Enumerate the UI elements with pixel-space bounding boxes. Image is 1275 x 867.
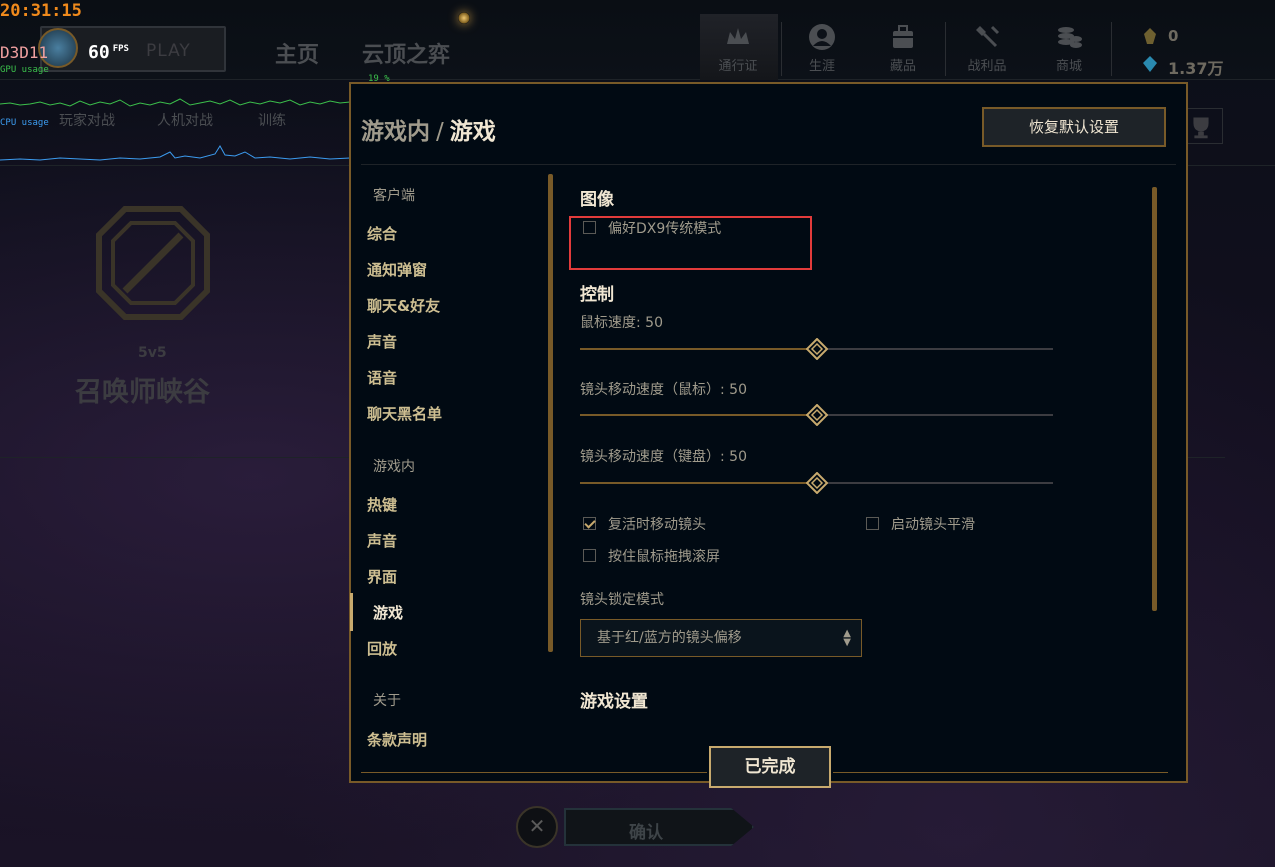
sidebar-category-ingame: 游戏内 [373,459,415,475]
cancel-close-button[interactable]: ✕ [516,806,558,848]
sidebar-item-voice[interactable]: 语音 [367,367,397,388]
tab-pvp[interactable]: 玩家对战 [59,110,115,130]
sidebar-item-interface[interactable]: 界面 [367,566,397,587]
restore-defaults-button[interactable]: 恢复默认设置 [982,107,1166,147]
profile-icon [809,24,835,50]
slider-knob-icon[interactable] [805,472,828,494]
map-name: 召唤师峡谷 [75,377,210,408]
sidebar-scrollbar[interactable] [548,174,553,652]
crown-icon [727,28,749,44]
camera-speed-keyboard-slider[interactable] [580,472,1053,494]
section-title-controls: 控制 [580,285,614,305]
notification-glow-icon [458,12,470,24]
sidebar-item-terms[interactable]: 条款声明 [367,729,427,750]
sidebar-active-indicator [350,593,353,631]
nav-profile-label: 生涯 [808,59,835,74]
camera-lock-select[interactable]: 基于红/蓝方的镜头偏移 ▲ ▼ [580,619,862,657]
sidebar-item-game[interactable]: 游戏 [373,602,403,623]
camera-lock-label: 镜头锁定模式 [580,592,664,608]
sidebar-item-ingame-sound[interactable]: 声音 [367,530,397,551]
settings-modal: 游戏内 / 游戏 恢复默认设置 客户端 综合 通知弹窗 聊天&好友 声音 语音 聊天… [349,82,1188,788]
top-nav: PLAY 主页 云顶之弈 通行证 生涯 藏品 战利品 商城 0 1.37万 [0,0,1275,80]
nav-loot[interactable]: 战利品 [952,18,1022,78]
nav-divider [945,22,946,76]
section-title-graphics: 图像 [580,190,614,210]
map-size: 5v5 [138,345,167,361]
breadcrumb-separator: / [436,119,444,145]
select-arrows-icon: ▲ ▼ [843,628,851,648]
mouse-speed-label: 鼠标速度: 50 [580,315,663,331]
riot-points-amount: 1.37万 [1168,59,1224,78]
slider-fill [580,482,817,484]
mouse-speed-slider[interactable] [580,338,1053,360]
overlay-api: D3D11 [0,43,49,62]
overlay-gpu-label: GPU usage [0,65,49,75]
nav-store[interactable]: 商城 [1034,18,1104,78]
coins-stack-icon [1058,27,1082,48]
sidebar-item-notifications[interactable]: 通知弹窗 [367,259,427,280]
confirm-area: ✕ 确认 [512,802,756,852]
drag-scroll-checkbox[interactable] [583,549,596,562]
footer-line [833,772,1168,773]
move-camera-revive-label: 复活时移动镜头 [608,517,706,533]
blue-essence-icon [1144,28,1156,44]
sidebar-item-client-sound[interactable]: 声音 [367,331,397,352]
camera-speed-mouse-slider[interactable] [580,404,1053,426]
confirm-button-label: 确认 [629,823,663,843]
camera-speed-keyboard-label: 镜头移动速度（键盘）: 50 [580,449,747,465]
slider-knob-icon[interactable] [805,404,828,426]
nav-tft[interactable]: 云顶之弈 [362,37,450,69]
summoners-rift-emblem-icon [96,206,210,320]
loot-hammer-icon [976,25,1000,48]
nav-collection-label: 藏品 [889,59,916,74]
done-button[interactable]: 已完成 [709,746,831,788]
highlight-annotation-box [569,216,812,270]
nav-collection[interactable]: 藏品 [868,18,938,78]
smooth-camera-checkbox[interactable] [866,517,879,530]
drag-scroll-label: 按住鼠标拖拽滚屏 [608,549,720,565]
play-button-label: PLAY [146,41,191,61]
modal-breadcrumb: 游戏内 / 游戏 [361,112,496,146]
riot-points-icon [1143,56,1157,72]
nav-pass-label: 通行证 [718,59,758,74]
camera-lock-value: 基于红/蓝方的镜头偏移 [597,630,742,646]
breadcrumb-section: 游戏内 [361,119,430,145]
nav-home[interactable]: 主页 [275,37,319,69]
nav-divider [781,22,782,76]
content-scrollbar[interactable] [1152,187,1157,611]
backpack-icon [893,25,913,48]
sidebar-category-about: 关于 [373,693,401,709]
sidebar-item-chat-friends[interactable]: 聊天&好友 [367,295,440,316]
sidebar-item-replays[interactable]: 回放 [367,638,397,659]
header-divider [361,164,1176,165]
sidebar-item-hotkeys[interactable]: 热键 [367,494,397,515]
blue-essence-amount: 0 [1168,27,1179,45]
move-camera-revive-checkbox[interactable] [583,517,596,530]
nav-profile[interactable]: 生涯 [787,18,857,78]
slider-fill [580,414,817,416]
camera-speed-mouse-label: 镜头移动速度（鼠标）: 50 [580,382,747,398]
sidebar-item-general[interactable]: 综合 [367,223,397,244]
sidebar-category-client: 客户端 [373,188,415,204]
smooth-camera-label: 启动镜头平滑 [891,517,975,533]
tab-training[interactable]: 训练 [258,110,286,130]
overlay-fps-value: 60 [88,42,110,63]
slider-fill [580,348,817,350]
scroll-fade [551,709,1156,739]
overlay-clock: 20:31:15 [0,1,82,21]
nav-loot-label: 战利品 [967,59,1007,74]
overlay-fps-unit: FPS [112,44,129,54]
nav-pass[interactable]: 通行证 [703,18,773,78]
overlay-fps: 60 FPS [88,42,129,63]
sidebar-item-chat-blocklist[interactable]: 聊天黑名单 [367,403,442,424]
breadcrumb-page: 游戏 [449,119,496,145]
nav-store-label: 商城 [1055,59,1082,74]
footer-line [361,772,707,773]
nav-divider [1111,22,1112,76]
slider-knob-icon[interactable] [805,338,828,360]
tab-coop-ai[interactable]: 人机对战 [157,110,213,130]
